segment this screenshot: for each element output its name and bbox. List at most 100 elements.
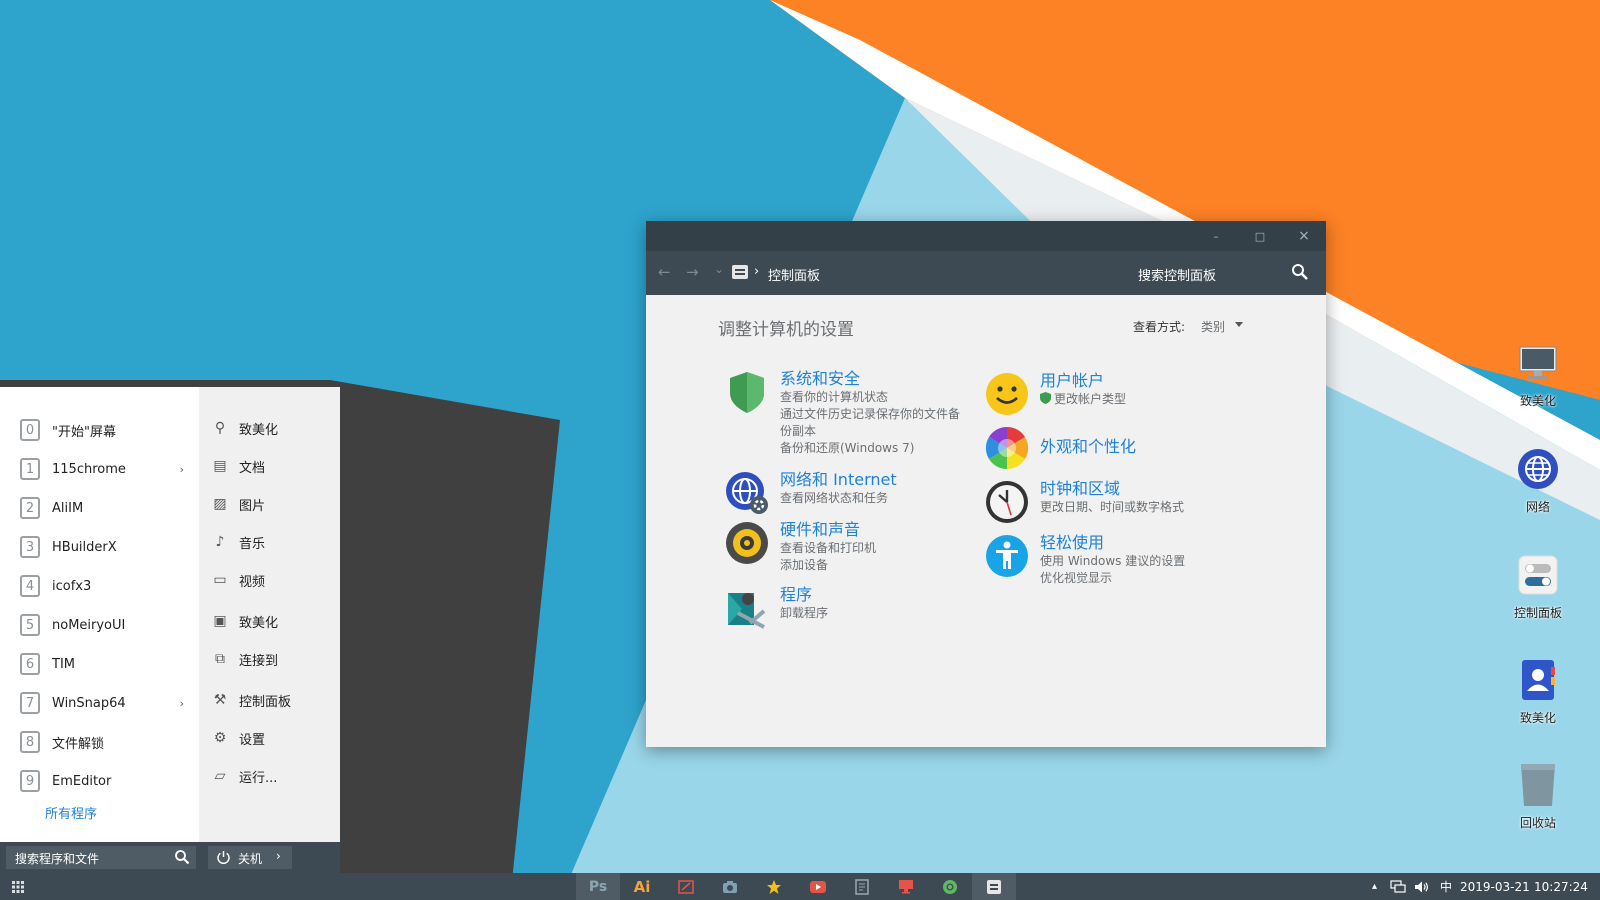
desktop-icon-zhimeihua-2[interactable]: 致美化 [1493, 657, 1583, 726]
input-method-indicator[interactable]: 中 [1440, 873, 1452, 900]
start-menu-places: ⚲ 致美化 ▤ 文档 ▨ 图片 ♪ 音乐 ▭ 视频 ▣ 致美化 ⧉ 连接到 ⚒ 控制面板 ⚙ 设置 ▱ 运行... [199, 387, 340, 842]
color-wheel-icon [985, 426, 1029, 470]
category-link[interactable]: 优化视觉显示 [1040, 570, 1185, 587]
start-app-item[interactable]: 6 TIM [20, 649, 190, 679]
category-link[interactable]: 备份和还原(Windows 7) [780, 440, 960, 457]
category-link[interactable]: 查看设备和打印机 [780, 540, 876, 557]
tray-time[interactable]: 10:27:24 [1534, 873, 1588, 900]
start-place-item[interactable]: ⚒ 控制面板 [211, 687, 291, 713]
start-app-item[interactable]: 9 EmEditor [20, 766, 190, 796]
place-label: 致美化 [239, 615, 279, 631]
window-titlebar[interactable]: – □ × [646, 221, 1326, 251]
star-icon[interactable] [752, 873, 796, 900]
category-title[interactable]: 外观和个性化 [1040, 437, 1136, 457]
start-place-item[interactable]: ⧉ 连接到 [211, 646, 278, 672]
category-appearance-personalization: 外观和个性化 [984, 425, 1136, 471]
control-panel-icon[interactable] [972, 873, 1016, 900]
start-place-item[interactable]: ▤ 文档 [211, 453, 265, 479]
start-place-item[interactable]: ▨ 图片 [211, 491, 265, 517]
category-link[interactable]: 查看你的计算机状态 [780, 389, 960, 406]
category-link[interactable]: 更改日期、时间或数字格式 [1040, 499, 1184, 516]
category-title[interactable]: 程序 [780, 585, 828, 605]
category-link[interactable]: 查看网络状态和任务 [780, 490, 897, 507]
all-programs-button[interactable]: 所有程序 [45, 803, 97, 822]
start-place-item[interactable]: ▣ 致美化 [211, 608, 278, 634]
desktop-icon-recycle-bin[interactable]: 回收站 [1493, 762, 1583, 831]
shutdown-button[interactable]: 关机 › [208, 846, 292, 869]
user-icon: ⚲ [214, 420, 226, 436]
video-player-icon[interactable] [796, 873, 840, 900]
chrome-icon[interactable] [928, 873, 972, 900]
camera-icon[interactable] [708, 873, 752, 900]
notepad-icon[interactable] [840, 873, 884, 900]
view-by-dropdown[interactable]: 类别 [1201, 318, 1225, 335]
illustrator-icon[interactable]: Ai [620, 873, 664, 900]
start-search-input[interactable]: 搜索程序和文件 [6, 846, 196, 869]
desktop-icon-network[interactable]: 网络 [1493, 446, 1583, 515]
forward-button[interactable]: → [686, 263, 699, 281]
start-grid-icon[interactable] [10, 879, 26, 895]
start-place-item[interactable]: ⚲ 致美化 [211, 415, 278, 441]
app-label: AliIM [52, 500, 84, 516]
start-app-item[interactable]: 4 icofx3 [20, 571, 190, 601]
start-app-item[interactable]: 7 WinSnap64 › [20, 688, 190, 718]
start-place-item[interactable]: ⚙ 设置 [211, 725, 265, 751]
search-icon[interactable] [174, 849, 190, 865]
category-link[interactable]: 使用 Windows 建议的设置 [1040, 553, 1185, 570]
category-link[interactable]: 卸载程序 [780, 605, 828, 622]
programs-icon [728, 593, 766, 629]
category-title[interactable]: 轻松使用 [1040, 533, 1185, 553]
place-label: 控制面板 [239, 694, 292, 710]
maximize-button[interactable]: □ [1238, 221, 1282, 251]
start-place-item[interactable]: ▭ 视频 [211, 567, 265, 593]
minimize-button[interactable]: – [1194, 221, 1238, 251]
address-separator[interactable]: › [754, 264, 759, 279]
screenshot-icon[interactable] [664, 873, 708, 900]
start-app-item[interactable]: 8 文件解锁 [20, 727, 190, 757]
tray-chevron[interactable]: ▴ [1372, 873, 1377, 900]
start-app-item[interactable]: 2 AliIM [20, 493, 190, 523]
app-icon: 3 [20, 536, 40, 558]
shutdown-options-arrow[interactable]: › [276, 849, 281, 863]
photoshop-icon[interactable]: Ps [576, 873, 620, 900]
category-title[interactable]: 网络和 Internet [780, 470, 897, 490]
start-app-item[interactable]: 3 HBuilderX [20, 532, 190, 562]
search-icon[interactable] [1291, 263, 1309, 281]
desktop-icon-label: 致美化 [1519, 394, 1556, 408]
category-title[interactable]: 用户帐户 [1040, 371, 1126, 391]
place-label: 视频 [239, 574, 266, 590]
place-label: 音乐 [239, 536, 266, 552]
network-status-icon[interactable] [1390, 873, 1406, 900]
back-button[interactable]: ← [658, 263, 671, 281]
category-title[interactable]: 硬件和声音 [780, 520, 876, 540]
search-control-panel-input[interactable]: 搜索控制面板 [1138, 265, 1216, 284]
category-title[interactable]: 系统和安全 [780, 369, 960, 389]
desktop-icon-label: 回收站 [1519, 816, 1556, 830]
smiley-icon [986, 373, 1028, 415]
submenu-arrow[interactable]: › [180, 463, 184, 476]
start-app-item[interactable]: 0 "开始"屏幕 [20, 415, 190, 445]
category-link[interactable]: 添加设备 [780, 557, 876, 574]
submenu-arrow[interactable]: › [180, 697, 184, 710]
chevron-down-icon[interactable] [1235, 322, 1243, 327]
start-place-item[interactable]: ▱ 运行... [211, 763, 278, 789]
close-button[interactable]: × [1282, 221, 1326, 251]
remote-desktop-icon[interactable] [884, 873, 928, 900]
start-app-item[interactable]: 5 noMeiryoUI [20, 610, 190, 640]
category-link[interactable]: 更改帐户类型 [1040, 391, 1126, 408]
volume-icon[interactable] [1414, 873, 1429, 900]
category-title[interactable]: 时钟和区域 [1040, 479, 1184, 499]
category-link[interactable]: 份副本 [780, 423, 960, 440]
app-label: icofx3 [52, 578, 92, 594]
category-link[interactable]: 通过文件历史记录保存你的文件备 [780, 406, 960, 423]
app-icon: 5 [20, 614, 40, 636]
start-place-item[interactable]: ♪ 音乐 [211, 529, 265, 555]
desktop-icon-control-panel[interactable]: 控制面板 [1493, 552, 1583, 621]
tray-date[interactable]: 2019-03-21 [1460, 873, 1530, 900]
history-dropdown-button[interactable]: ⌄ [714, 262, 724, 276]
page-title: 调整计算机的设置 [718, 320, 854, 340]
address-bar-location[interactable]: 控制面板 [768, 265, 820, 284]
desktop-icon-zhimeihua-1[interactable]: 致美化 [1493, 340, 1583, 409]
app-icon: 2 [20, 497, 40, 519]
start-app-item[interactable]: 1 115chrome › [20, 454, 190, 484]
